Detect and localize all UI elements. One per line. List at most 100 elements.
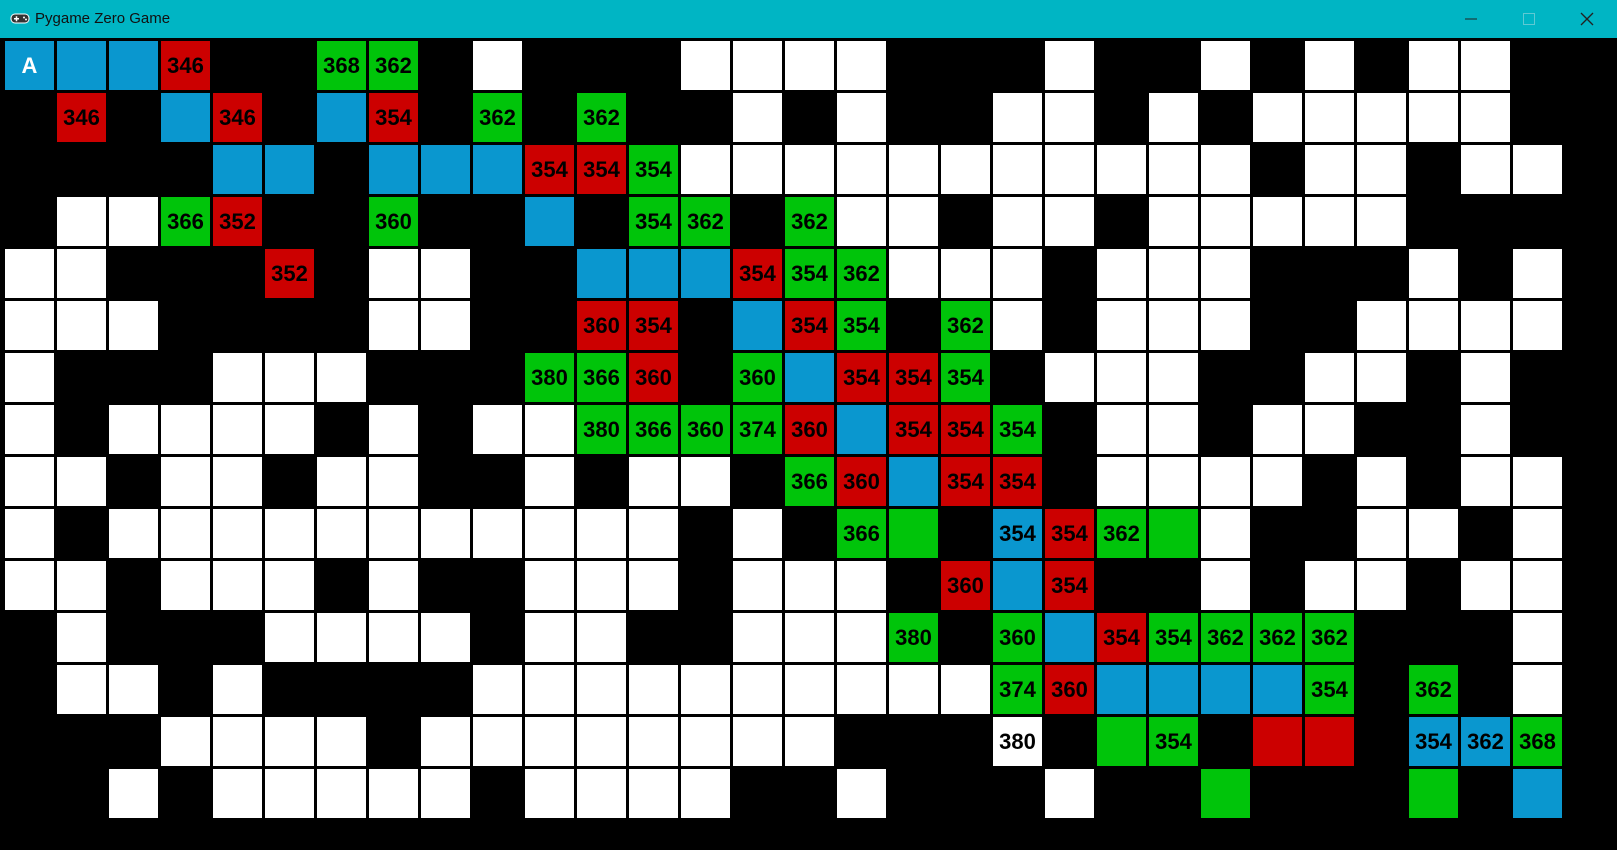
- cell-open[interactable]: [1201, 457, 1250, 506]
- cell-open[interactable]: [993, 301, 1042, 350]
- cell-frontier[interactable]: 362: [1097, 509, 1146, 558]
- cell-open[interactable]: [213, 405, 262, 454]
- cell-frontier[interactable]: 366: [161, 197, 210, 246]
- cell-open[interactable]: [837, 93, 886, 142]
- cell-open[interactable]: [1097, 405, 1146, 454]
- cell-open[interactable]: [941, 249, 990, 298]
- cell-open[interactable]: [109, 405, 158, 454]
- cell-open[interactable]: [109, 197, 158, 246]
- cell-closed[interactable]: 354: [837, 353, 886, 402]
- cell-open[interactable]: [941, 665, 990, 714]
- cell-open[interactable]: [1513, 509, 1562, 558]
- cell-open[interactable]: [1409, 301, 1458, 350]
- cell-open[interactable]: [161, 405, 210, 454]
- cell-open[interactable]: [785, 145, 834, 194]
- cell-path[interactable]: [421, 145, 470, 194]
- cell-open[interactable]: [1357, 301, 1406, 350]
- cell-path[interactable]: [317, 93, 366, 142]
- cell-open[interactable]: [473, 41, 522, 90]
- cell-open[interactable]: [213, 353, 262, 402]
- cell-open[interactable]: [1357, 561, 1406, 610]
- cell-open[interactable]: [993, 93, 1042, 142]
- cell-open[interactable]: [1045, 197, 1094, 246]
- cell-start[interactable]: A: [5, 41, 54, 90]
- cell-open[interactable]: [1461, 93, 1510, 142]
- cell-open[interactable]: [1461, 405, 1510, 454]
- cell-open[interactable]: [161, 561, 210, 610]
- cell-open[interactable]: [161, 457, 210, 506]
- cell-open[interactable]: [577, 509, 626, 558]
- cell-open[interactable]: [733, 613, 782, 662]
- cell-frontier[interactable]: 354: [629, 145, 678, 194]
- cell-open[interactable]: [577, 769, 626, 818]
- cell-open[interactable]: [1097, 145, 1146, 194]
- cell-closed[interactable]: 354: [889, 405, 938, 454]
- cell-open[interactable]: [1305, 145, 1354, 194]
- cell-open[interactable]: [421, 769, 470, 818]
- cell-closed[interactable]: 352: [265, 249, 314, 298]
- cell-open[interactable]: [1357, 145, 1406, 194]
- cell-open[interactable]: [889, 249, 938, 298]
- cell-path[interactable]: [681, 249, 730, 298]
- cell-path[interactable]: 362: [1461, 717, 1510, 766]
- cell-open[interactable]: [421, 717, 470, 766]
- cell-open[interactable]: [213, 769, 262, 818]
- cell-open[interactable]: [369, 769, 418, 818]
- cell-open[interactable]: [1253, 457, 1302, 506]
- close-button[interactable]: [1558, 0, 1616, 38]
- cell-open[interactable]: [1201, 197, 1250, 246]
- cell-open[interactable]: [1045, 93, 1094, 142]
- cell-path[interactable]: 354: [1409, 717, 1458, 766]
- cell-open[interactable]: [1305, 41, 1354, 90]
- cell-open[interactable]: [1513, 249, 1562, 298]
- cell-frontier[interactable]: 362: [1409, 665, 1458, 714]
- cell-open[interactable]: [5, 353, 54, 402]
- cell-closed[interactable]: 354: [1045, 561, 1094, 610]
- cell-open[interactable]: [681, 145, 730, 194]
- cell-open[interactable]: [889, 665, 938, 714]
- maze-grid[interactable]: A 346 368 362 346 346 354 362 362 354 354 354 366 352…: [0, 38, 1617, 850]
- cell-open[interactable]: [1253, 197, 1302, 246]
- cell-open[interactable]: [1513, 145, 1562, 194]
- cell-open[interactable]: [265, 353, 314, 402]
- cell-frontier[interactable]: 360: [733, 353, 782, 402]
- cell-open[interactable]: [369, 405, 418, 454]
- cell-path[interactable]: [1253, 665, 1302, 714]
- cell-open[interactable]: [1305, 93, 1354, 142]
- cell-path[interactable]: 354: [993, 509, 1042, 558]
- cell-open[interactable]: [421, 509, 470, 558]
- cell-closed[interactable]: 354: [577, 145, 626, 194]
- cell-open[interactable]: [1201, 249, 1250, 298]
- cell-open[interactable]: [1513, 561, 1562, 610]
- cell-frontier[interactable]: 380: [889, 613, 938, 662]
- maximize-button[interactable]: [1500, 0, 1558, 38]
- cell-closed[interactable]: 354: [1045, 509, 1094, 558]
- cell-open[interactable]: [681, 41, 730, 90]
- cell-open[interactable]: [213, 457, 262, 506]
- cell-frontier[interactable]: [889, 509, 938, 558]
- cell-open[interactable]: [1513, 457, 1562, 506]
- cell-open[interactable]: [577, 561, 626, 610]
- cell-open[interactable]: [733, 41, 782, 90]
- cell-open[interactable]: [473, 405, 522, 454]
- cell-open[interactable]: [889, 145, 938, 194]
- cell-open[interactable]: [525, 457, 574, 506]
- cell-open[interactable]: [213, 665, 262, 714]
- cell-open[interactable]: [265, 561, 314, 610]
- cell-open[interactable]: [1409, 93, 1458, 142]
- cell-frontier[interactable]: 366: [629, 405, 678, 454]
- cell-path[interactable]: [889, 457, 938, 506]
- cell-path[interactable]: [785, 353, 834, 402]
- cell-frontier[interactable]: 360: [681, 405, 730, 454]
- cell-open[interactable]: [369, 457, 418, 506]
- cell-open[interactable]: [889, 197, 938, 246]
- cell-path[interactable]: [629, 249, 678, 298]
- cell-open[interactable]: [1305, 197, 1354, 246]
- cell-open[interactable]: [1461, 41, 1510, 90]
- cell-path[interactable]: [1149, 665, 1198, 714]
- cell-frontier[interactable]: [1201, 769, 1250, 818]
- cell-path[interactable]: [837, 405, 886, 454]
- cell-path[interactable]: [369, 145, 418, 194]
- cell-open[interactable]: [629, 717, 678, 766]
- cell-open[interactable]: [733, 717, 782, 766]
